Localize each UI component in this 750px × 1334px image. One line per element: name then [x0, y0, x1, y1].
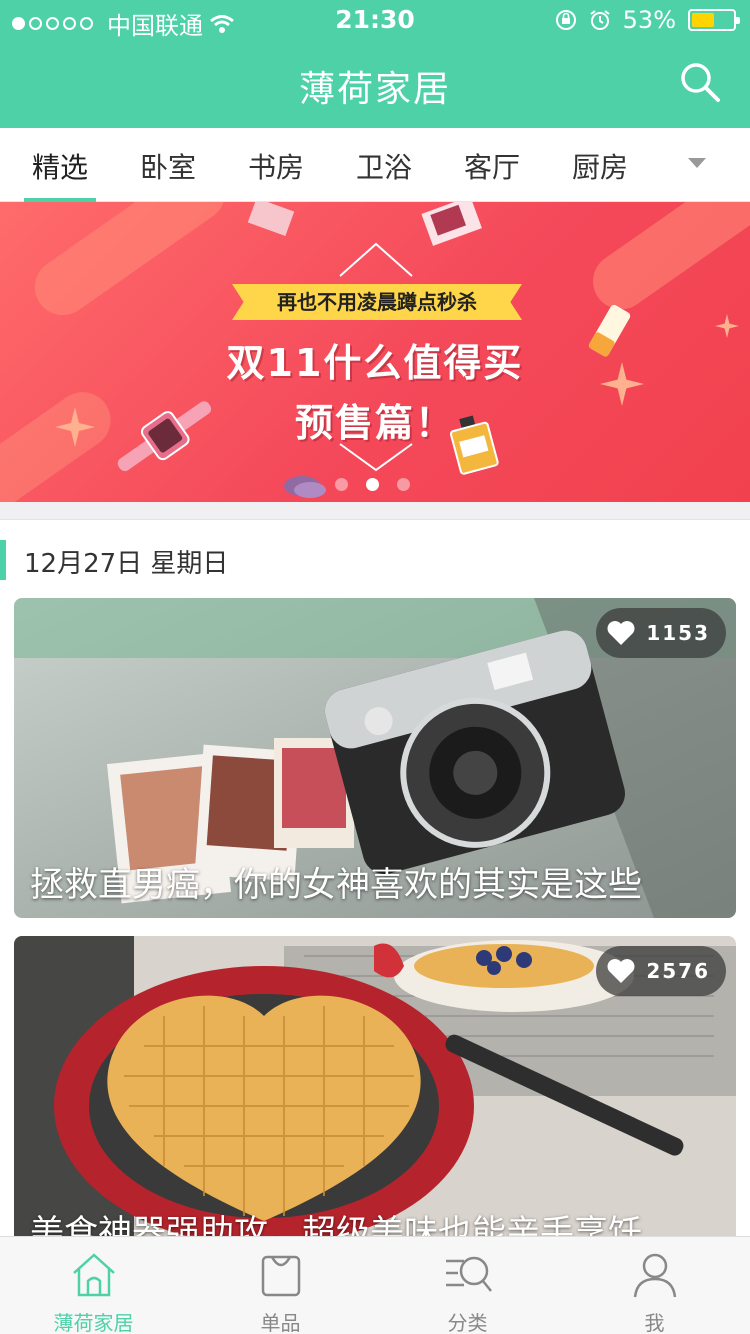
section-divider	[0, 502, 750, 520]
tab-featured[interactable]: 精选	[32, 146, 88, 186]
status-bar: 中国联通 21:30 53%	[0, 0, 750, 40]
article-card[interactable]: 1153 拯救直男癌，你的女神喜欢的其实是这些	[14, 598, 736, 918]
pager-dot[interactable]	[397, 478, 410, 491]
alarm-icon	[590, 10, 610, 30]
banner-tag: 再也不用凌晨蹲点秒杀	[232, 284, 522, 320]
tab-kitchen[interactable]: 厨房	[572, 146, 628, 186]
page-title: 薄荷家居	[298, 69, 451, 110]
like-badge[interactable]: 2576	[596, 946, 726, 996]
heart-icon	[607, 959, 635, 983]
nav-profile[interactable]: 我	[561, 1237, 748, 1334]
nav-products[interactable]: 单品	[187, 1237, 374, 1334]
heart-icon	[607, 621, 635, 645]
article-title[interactable]: 拯救直男癌，你的女神喜欢的其实是这些	[30, 857, 642, 906]
rotation-lock-icon	[555, 10, 576, 30]
tab-living-room[interactable]: 客厅	[464, 146, 520, 186]
nav-label: 薄荷家居	[53, 1311, 134, 1334]
battery-percent: 53%	[622, 6, 676, 34]
pager-dot[interactable]	[335, 478, 348, 491]
article-title[interactable]: 美食神器强助攻，超级美味也能亲手烹饪	[30, 1205, 642, 1236]
category-tabs: 精选 卧室 书房 卫浴 客厅 厨房	[0, 128, 750, 202]
magazine-illustration	[421, 202, 482, 246]
watch-illustration	[117, 401, 212, 472]
app-header: 中国联通 21:30 53% 薄荷家居	[0, 0, 750, 128]
bottom-tab-bar: 薄荷家居 单品 分类 我	[0, 1236, 750, 1334]
nav-label: 分类	[447, 1311, 488, 1334]
banner-pager	[335, 478, 410, 491]
chevron-down-icon	[339, 443, 413, 472]
tab-bathroom[interactable]: 卫浴	[356, 146, 412, 186]
tab-study[interactable]: 书房	[248, 146, 304, 186]
promo-banner[interactable]: 再也不用凌晨蹲点秒杀 双11什么值得买 预售篇！	[0, 202, 750, 502]
nav-categories[interactable]: 分类	[374, 1237, 561, 1334]
user-icon	[633, 1253, 677, 1298]
perfume-illustration	[449, 415, 499, 475]
category-search-icon	[446, 1256, 492, 1292]
shopping-bag-icon	[261, 1255, 301, 1297]
sparkle-icon	[600, 362, 644, 406]
shoes-illustration	[284, 476, 326, 498]
nav-home[interactable]: 薄荷家居	[0, 1237, 187, 1334]
like-badge[interactable]: 1153	[596, 608, 726, 658]
like-count: 1153	[646, 621, 710, 645]
section-date: 12月27日 星期日	[24, 549, 229, 579]
nav-label: 我	[644, 1311, 665, 1334]
pager-dot-active[interactable]	[366, 478, 379, 491]
tab-bedroom[interactable]: 卧室	[140, 146, 196, 186]
chevron-up-icon	[339, 242, 413, 277]
section-accent-bar	[0, 540, 6, 580]
sparkle-icon	[715, 314, 739, 338]
nav-label: 单品	[260, 1311, 301, 1334]
sparkle-icon	[55, 407, 95, 447]
home-icon	[73, 1253, 115, 1297]
search-icon[interactable]	[678, 60, 722, 104]
product-box-illustration	[247, 202, 295, 237]
article-card[interactable]: 2576 美食神器强助攻，超级美味也能亲手烹饪	[14, 936, 736, 1236]
sunscreen-illustration	[588, 304, 631, 357]
chevron-down-icon[interactable]	[688, 158, 706, 168]
like-count: 2576	[646, 959, 710, 983]
battery-icon	[688, 9, 740, 31]
